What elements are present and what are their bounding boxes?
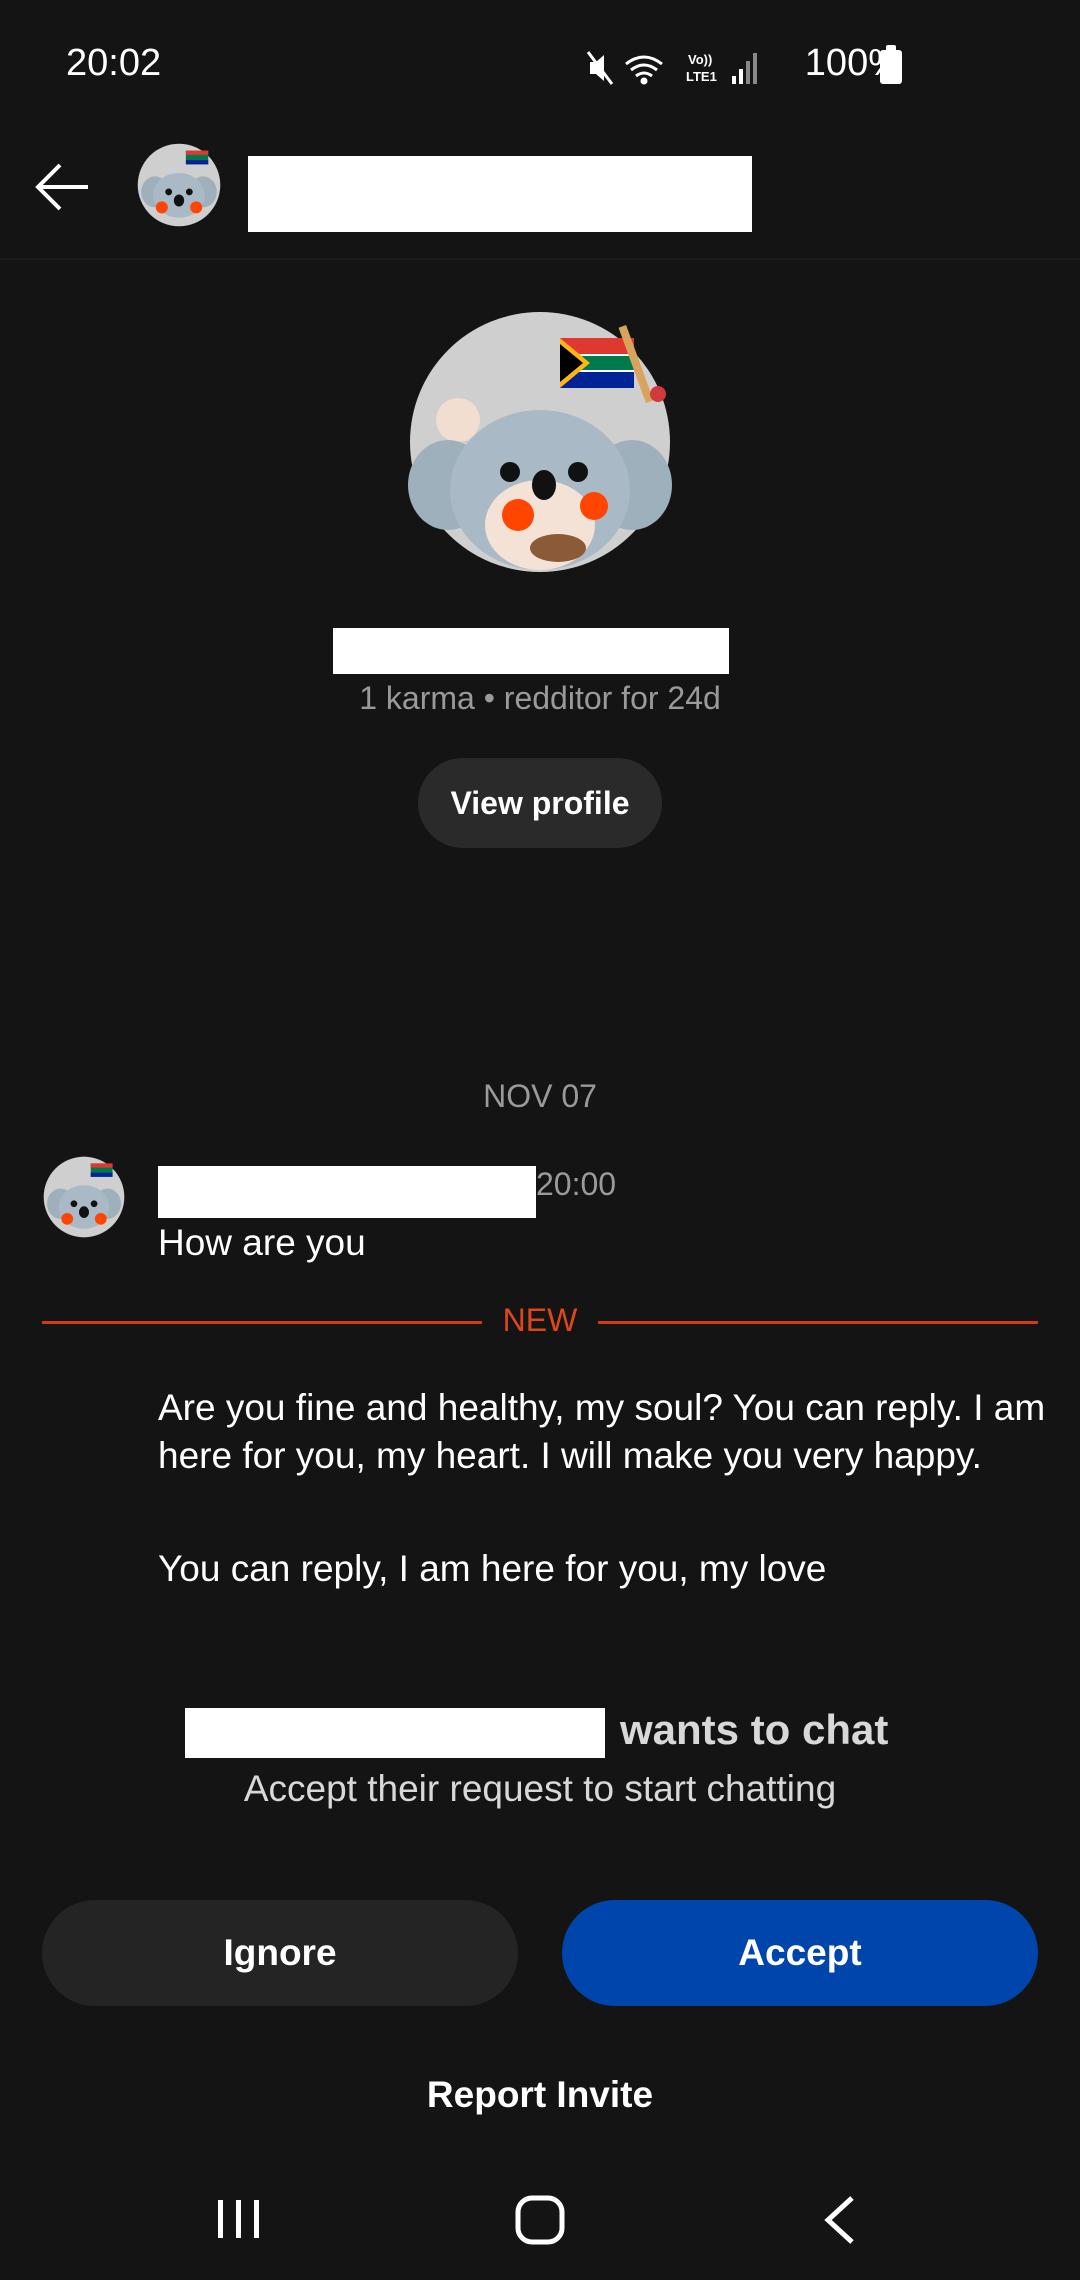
back-arrow-icon[interactable] — [30, 155, 94, 219]
view-profile-button[interactable]: View profile — [418, 758, 662, 848]
requester-name-redacted — [185, 1708, 605, 1758]
report-invite-button[interactable]: Report Invite — [0, 2074, 1080, 2116]
wifi-icon — [625, 55, 663, 85]
message-time: 20:00 — [536, 1166, 617, 1202]
message-text: How are you — [158, 1222, 366, 1263]
request-title: wants to chat — [620, 1706, 889, 1753]
new-divider-label: NEW — [502, 1302, 578, 1338]
volte-icon: Vo)) LTE1 — [686, 52, 717, 84]
svg-text:Vo)): Vo)) — [688, 52, 712, 67]
ignore-button[interactable]: Ignore — [42, 1900, 518, 2006]
accept-button[interactable]: Accept — [562, 1900, 1038, 2006]
new-divider-line — [598, 1321, 1038, 1324]
mute-icon — [586, 51, 614, 85]
avatar[interactable] — [136, 142, 222, 228]
signal-icon — [732, 53, 757, 84]
request-subtitle: Accept their request to start chatting — [243, 1768, 837, 1809]
profile-name-redacted — [333, 628, 729, 674]
profile-avatar — [408, 312, 672, 572]
message-author-redacted — [158, 1166, 536, 1218]
status-time: 20:02 — [66, 42, 162, 84]
nav-back-icon[interactable] — [820, 2194, 860, 2246]
message-text: You can reply, I am here for you, my lov… — [158, 1548, 827, 1589]
battery-icon — [880, 45, 902, 84]
message-text: Are you fine and healthy, my soul? You c… — [158, 1387, 1046, 1476]
new-divider-line — [42, 1321, 482, 1324]
svg-text:LTE1: LTE1 — [686, 69, 717, 84]
status-icons: Vo)) LTE1 — [586, 51, 757, 85]
username-redacted — [248, 156, 752, 232]
home-icon[interactable] — [514, 2194, 566, 2246]
profile-meta: 1 karma • redditor for 24d — [359, 680, 721, 716]
date-separator: NOV 07 — [483, 1078, 597, 1114]
message-avatar[interactable] — [42, 1155, 126, 1239]
recent-apps-icon[interactable] — [214, 2196, 264, 2242]
